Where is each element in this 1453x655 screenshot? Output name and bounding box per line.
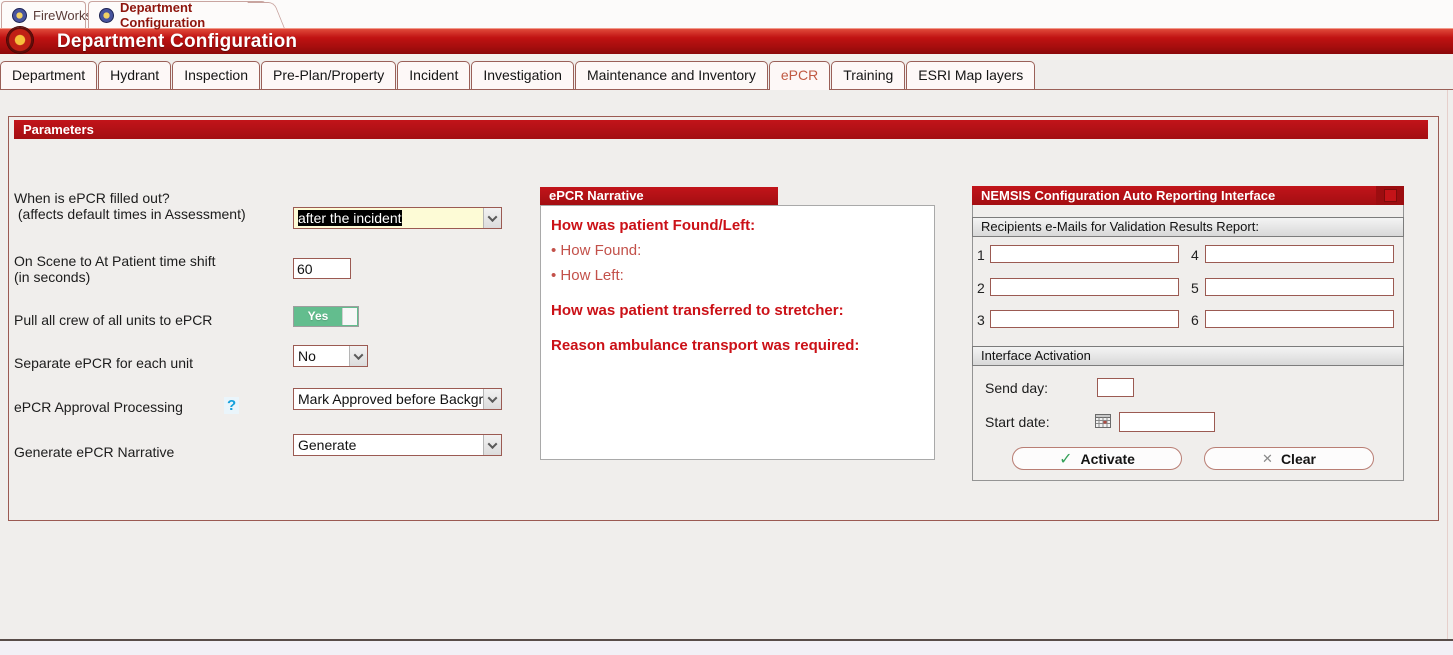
tab-maintenance-inventory[interactable]: Maintenance and Inventory bbox=[575, 61, 768, 90]
chevron-down-icon[interactable] bbox=[483, 208, 501, 228]
window-tab-label: Department Configuration bbox=[120, 0, 256, 30]
parameters-section-header: Parameters bbox=[14, 120, 1428, 139]
window-tab-department-configuration[interactable]: Department Configuration bbox=[88, 1, 266, 28]
generate-narrative-combobox[interactable]: Generate bbox=[293, 434, 502, 456]
tab-esri-map-layers[interactable]: ESRI Map layers bbox=[906, 61, 1035, 90]
recipients-section-header: Recipients e-Mails for Validation Result… bbox=[972, 217, 1404, 237]
nemsis-panel-header: NEMSIS Configuration Auto Reporting Inte… bbox=[972, 186, 1404, 205]
time-shift-input[interactable] bbox=[293, 258, 351, 279]
email-slot-number: 1 bbox=[977, 247, 985, 263]
epcr-narrative-header: ePCR Narrative bbox=[540, 187, 778, 205]
tab-inspection[interactable]: Inspection bbox=[172, 61, 260, 90]
calendar-icon[interactable] bbox=[1095, 413, 1111, 429]
approval-processing-value: Mark Approved before Backgr bbox=[294, 389, 483, 409]
tab-incident[interactable]: Incident bbox=[397, 61, 470, 90]
chevron-down-icon[interactable] bbox=[483, 389, 501, 409]
narrative-blank-line bbox=[551, 323, 924, 333]
email-slot-number: 3 bbox=[977, 312, 985, 328]
tab-strip-baseline bbox=[0, 89, 1453, 90]
narrative-line: How was patient Found/Left: bbox=[551, 213, 924, 238]
tab-department[interactable]: Department bbox=[0, 61, 97, 90]
generate-narrative-value: Generate bbox=[294, 435, 483, 455]
tab-epcr[interactable]: ePCR bbox=[769, 61, 830, 90]
tab-preplan-property[interactable]: Pre-Plan/Property bbox=[261, 61, 396, 90]
email-slot-number: 6 bbox=[1191, 312, 1199, 328]
epcr-narrative-textarea[interactable]: How was patient Found/Left: • How Found:… bbox=[540, 205, 935, 460]
approval-processing-label: ePCR Approval Processing bbox=[14, 399, 183, 415]
tab-investigation[interactable]: Investigation bbox=[471, 61, 574, 90]
recipient-email-input-5[interactable] bbox=[1205, 278, 1394, 296]
narrative-line: Reason ambulance transport was required: bbox=[551, 333, 924, 358]
narrative-blank-line bbox=[551, 288, 924, 298]
time-shift-label-line1: On Scene to At Patient time shift bbox=[14, 253, 216, 269]
tab-training[interactable]: Training bbox=[831, 61, 905, 90]
title-bar: Department Configuration bbox=[0, 28, 1453, 54]
toggle-knob bbox=[342, 308, 357, 325]
recipient-email-input-2[interactable] bbox=[990, 278, 1179, 296]
page-title: Department Configuration bbox=[57, 31, 297, 53]
pull-crew-toggle[interactable]: Yes bbox=[293, 306, 359, 327]
when-filled-label-line1: When is ePCR filled out? bbox=[14, 190, 170, 206]
approval-processing-combobox[interactable]: Mark Approved before Backgr bbox=[293, 388, 502, 410]
pull-crew-toggle-value: Yes bbox=[294, 307, 342, 326]
narrative-line: • How Found: bbox=[551, 238, 924, 263]
recipient-email-input-4[interactable] bbox=[1205, 245, 1394, 263]
recipient-email-input-3[interactable] bbox=[990, 310, 1179, 328]
start-date-input[interactable] bbox=[1119, 412, 1215, 432]
email-slot-number: 4 bbox=[1191, 247, 1199, 263]
help-icon[interactable]: ? bbox=[224, 397, 239, 414]
when-filled-value: after the incident bbox=[294, 208, 483, 228]
chevron-down-icon[interactable] bbox=[349, 346, 367, 366]
panel-close-icon[interactable] bbox=[1384, 189, 1397, 202]
activate-button[interactable]: ✓ Activate bbox=[1012, 447, 1182, 470]
x-icon: ✕ bbox=[1262, 451, 1273, 467]
narrative-line: How was patient transferred to stretcher… bbox=[551, 298, 924, 323]
recipient-email-input-1[interactable] bbox=[990, 245, 1179, 263]
window-tab-label: FireWorks bbox=[33, 8, 92, 23]
department-badge-icon bbox=[99, 8, 114, 23]
window-tab-fireworks[interactable]: FireWorks bbox=[1, 1, 86, 28]
fire-department-seal-icon bbox=[7, 27, 33, 53]
when-filled-label-line2: (affects default times in Assessment) bbox=[14, 206, 246, 222]
generate-narrative-label: Generate ePCR Narrative bbox=[14, 444, 174, 460]
right-edge-line bbox=[1447, 90, 1448, 639]
separate-epcr-combobox[interactable]: No bbox=[293, 345, 368, 367]
send-day-label: Send day: bbox=[985, 380, 1048, 396]
clear-button-label: Clear bbox=[1281, 451, 1316, 467]
module-tab-strip: Department Hydrant Inspection Pre-Plan/P… bbox=[0, 60, 1453, 90]
email-slot-number: 5 bbox=[1191, 280, 1199, 296]
time-shift-label-line2: (in seconds) bbox=[14, 269, 90, 285]
separate-epcr-label: Separate ePCR for each unit bbox=[14, 355, 193, 371]
send-day-input[interactable] bbox=[1097, 378, 1134, 397]
activate-button-label: Activate bbox=[1080, 451, 1134, 467]
recipient-email-input-6[interactable] bbox=[1205, 310, 1394, 328]
tab-hydrant[interactable]: Hydrant bbox=[98, 61, 171, 90]
start-date-label: Start date: bbox=[985, 414, 1050, 430]
narrative-line: • How Left: bbox=[551, 263, 924, 288]
nemsis-panel-title: NEMSIS Configuration Auto Reporting Inte… bbox=[981, 188, 1275, 203]
window-tab-bar: FireWorks Department Configuration bbox=[0, 0, 1453, 28]
clear-button[interactable]: ✕ Clear bbox=[1204, 447, 1374, 470]
pull-crew-label: Pull all crew of all units to ePCR bbox=[14, 312, 212, 328]
fireworks-badge-icon bbox=[12, 8, 27, 23]
separate-epcr-value: No bbox=[294, 346, 349, 366]
check-icon: ✓ bbox=[1059, 449, 1072, 469]
bottom-status-strip bbox=[0, 641, 1453, 655]
when-filled-combobox[interactable]: after the incident bbox=[293, 207, 502, 229]
email-slot-number: 2 bbox=[977, 280, 985, 296]
interface-activation-header: Interface Activation bbox=[972, 346, 1404, 366]
chevron-down-icon[interactable] bbox=[483, 435, 501, 455]
